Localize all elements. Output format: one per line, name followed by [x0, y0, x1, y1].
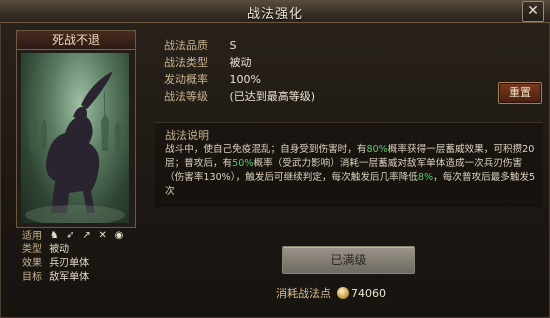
max-level-button[interactable]: 已满级: [282, 246, 415, 274]
description-title: 战法说明: [165, 129, 209, 142]
skill-card: 死战不退: [16, 30, 136, 228]
highlight-value: 8%: [417, 172, 434, 183]
skill-name: 死战不退: [17, 31, 135, 50]
level-row: 战法等级 (已达到最高等级): [164, 90, 316, 103]
category-row: 战法类型 被动: [164, 56, 252, 69]
bow-icon: ➶: [66, 230, 75, 241]
dialog-title: 战法强化: [246, 7, 303, 22]
coin-icon: [337, 287, 349, 299]
meta-target: 目标 敌军单体: [22, 272, 90, 283]
skill-meta: 适用 ♞ ➶ ↗ ✕ ◉ 类型 被动 效果 兵刃单体 目标 敌军单体: [22, 229, 127, 285]
sword-icon: ✕: [98, 230, 107, 241]
close-button[interactable]: ✕: [522, 1, 544, 22]
dialog-frame: 战法强化 ✕ 死战不退 适用 ♞ ➶ ↗ ✕ ◉ 类型 被动 效果 兵刃单体 目…: [0, 0, 550, 318]
description-panel: 战法说明 战斗中，使自己免疫混乱；自身受到伤害时，有80%概率获得一层蓄威效果，…: [155, 122, 543, 207]
trigger-row: 发动概率 100%: [164, 73, 261, 86]
quality-row: 战法品质 S: [164, 39, 237, 52]
meta-applies: 适用 ♞ ➶ ↗ ✕ ◉: [22, 229, 127, 243]
reset-button[interactable]: 重置: [498, 82, 542, 104]
cost-value: 74060: [351, 287, 386, 300]
title-bar: 战法强化 ✕: [0, 0, 550, 23]
description-text: 战斗中，使自己免疫混乱；自身受到伤害时，有80%概率获得一层蓄威效果，可积攒20…: [165, 144, 536, 197]
cavalry-icon: ♞: [49, 230, 59, 241]
quality-value: S: [229, 39, 237, 52]
cost-label: 消耗战法点: [276, 287, 331, 300]
skill-artwork: [21, 53, 129, 223]
highlight-value: 50%: [232, 158, 254, 169]
warrior-illustration: [25, 71, 125, 223]
spear-icon: ↗: [82, 230, 91, 241]
meta-effect: 效果 兵刃单体: [22, 258, 90, 269]
shield-icon: ◉: [114, 230, 124, 241]
cost-display: 消耗战法点 74060: [276, 285, 386, 301]
meta-type: 类型 被动: [22, 244, 70, 255]
highlight-value: 80%: [366, 144, 388, 155]
troop-type-icons: ♞ ➶ ↗ ✕ ◉: [49, 229, 127, 243]
close-icon: ✕: [527, 3, 539, 19]
skill-info: 战法品质 S 战法类型 被动 发动概率 100% 战法等级 (已达到最高等级): [164, 37, 315, 105]
